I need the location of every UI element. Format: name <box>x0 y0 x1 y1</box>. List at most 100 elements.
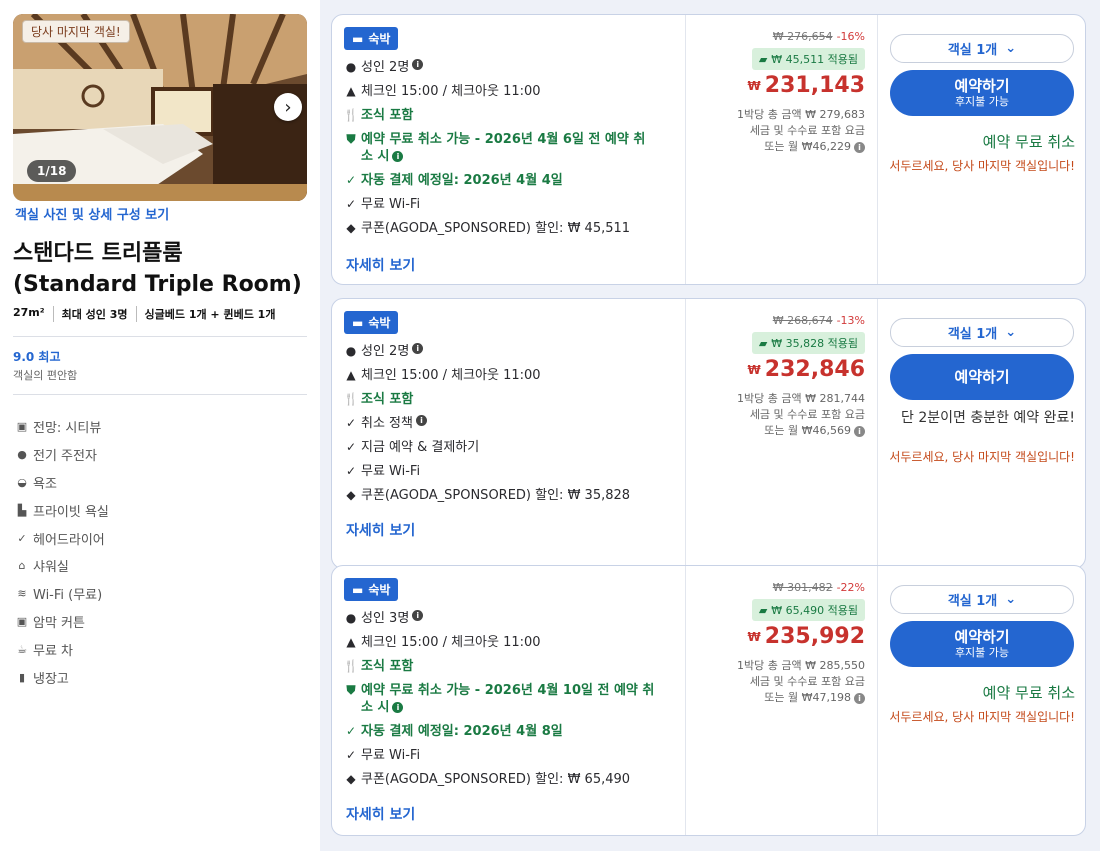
last-room-warning: 서두르세요, 당사 마지막 객실입니다! <box>889 159 1075 173</box>
tag-icon: ◆ <box>346 772 356 786</box>
details-link[interactable]: 자세히 보기 <box>346 255 415 275</box>
amenity-item: ▙ 프라이빗 욕실 <box>15 496 109 524</box>
bed-icon: ▬ <box>352 31 364 46</box>
room-size: 27m² <box>13 306 45 319</box>
rate-option-card: ▬ 숙박 ● 성인 3명 i ▲ 체크인 15:00 / 체크아웃 11:00 🍴 조식 … <box>331 565 1086 836</box>
booking-column: 객실 1개 ⌄ 예약하기 후지불 가능 예약 무료 취소 서두르세요, 당사 마지막… <box>878 566 1085 835</box>
info-icon[interactable]: i <box>854 425 865 437</box>
room-specs: 27m² 최대 성인 3명 싱글베드 1개 + 퀸베드 1개 <box>13 306 283 322</box>
payment-date-line: ✓ 자동 결제 예정일: 2026년 4월 8일 <box>345 724 563 739</box>
bed-config: 싱글베드 1개 + 퀸베드 1개 <box>135 306 284 322</box>
room-photos-link[interactable]: 객실 사진 및 상세 구성 보기 <box>15 204 169 223</box>
rate-option-card: ▬ 숙박 ● 성인 2명 i ▲ 체크인 15:00 / 체크아웃 11:00 🍴 조식 … <box>331 298 1086 569</box>
room-count-select[interactable]: 객실 1개 ⌄ <box>890 318 1074 347</box>
bathtub-icon: ◒ <box>17 475 27 489</box>
booking-column: 객실 1개 ⌄ 예약하기 단 2분이면 충분한 예약 완료! 서두르세요, 당사 … <box>878 299 1085 568</box>
coupon-applied-badge: ▰ ₩ 45,511 적용됨 <box>751 48 865 70</box>
room-count-select[interactable]: 객실 1개 ⌄ <box>890 585 1074 614</box>
room-title-en: (Standard Triple Room) <box>13 272 302 297</box>
checkin-line: ▲ 체크인 15:00 / 체크아웃 11:00 <box>344 634 685 651</box>
guests-line: ● 성인 3명 i <box>344 610 685 627</box>
price-note-monthly: 또는 월 ₩46,569 i <box>764 422 865 438</box>
free-cancel-line: ⛊ 예약 무료 취소 가능 - 2026년 4월 6일 전 예약 취소 시i <box>344 131 685 165</box>
divider <box>13 394 307 395</box>
utensils-icon: 🍴 <box>343 659 359 673</box>
info-icon[interactable]: i <box>854 692 865 704</box>
final-price: ₩231,143 <box>747 73 865 98</box>
details-link[interactable]: 자세히 보기 <box>346 520 415 540</box>
amenity-item: ▣ 암막 커튼 <box>16 614 85 631</box>
photo-counter: 1/18 <box>27 160 77 182</box>
utensils-icon: 🍴 <box>343 392 359 406</box>
shield-check-icon: ⛊ <box>346 683 356 697</box>
price-note-monthly: 또는 월 ₩47,198 i <box>764 689 865 705</box>
tea-icon: ☕ <box>17 642 27 656</box>
tag-icon: ◆ <box>346 488 356 502</box>
amenity-item: ◒ 욕조 <box>15 469 109 497</box>
utensils-icon: 🍴 <box>343 108 359 122</box>
info-icon[interactable]: i <box>412 343 424 354</box>
shower-icon: ⌂ <box>18 559 26 573</box>
last-room-badge: 당사 마지막 객실! <box>22 20 130 43</box>
checkin-icon: ▲ <box>346 84 356 98</box>
check-icon: ✓ <box>345 173 357 187</box>
price-note-tax: 세금 및 수수료 포함 요금 <box>749 675 865 688</box>
rate-info-column: ▬ 숙박 ● 성인 2명 i ▲ 체크인 15:00 / 체크아웃 11:00 🍴 조식 … <box>332 299 686 568</box>
checkin-icon: ▲ <box>346 368 356 382</box>
check-icon: ✓ <box>345 748 357 762</box>
next-photo-button[interactable]: › <box>274 93 302 121</box>
breakfast-line: 🍴 조식 포함 <box>343 392 414 407</box>
checkin-line: ▲ 체크인 15:00 / 체크아웃 11:00 <box>344 83 685 100</box>
final-price: ₩232,846 <box>747 357 865 382</box>
last-room-warning: 서두르세요, 당사 마지막 객실입니다! <box>889 710 1075 724</box>
bed-icon: ▬ <box>352 582 364 597</box>
wifi-line: ✓ 무료 Wi-Fi <box>345 464 421 479</box>
last-room-warning: 서두르세요, 당사 마지막 객실입니다! <box>889 450 1075 464</box>
room-title: 스탠다드 트리플룸 (Standard Triple Room) <box>13 238 313 300</box>
private-bath-icon: ▙ <box>17 503 27 517</box>
book-button[interactable]: 예약하기 후지불 가능 <box>890 621 1074 667</box>
stay-tag: ▬ 숙박 <box>344 578 399 601</box>
comfort-score: 9.0 최고 <box>13 350 61 364</box>
coupon-line: ◆ 쿠폰(AGODA_SPONSORED) 할인: ₩ 45,511 <box>344 220 685 237</box>
check-icon: ✓ <box>345 440 357 454</box>
shield-check-icon: ⛊ <box>346 132 356 146</box>
pay-now-line: ✓ 지금 예약 & 결제하기 <box>345 440 480 455</box>
check-icon: ✓ <box>345 464 357 478</box>
discount-percent: -16% <box>836 30 865 43</box>
discount-percent: -13% <box>836 314 865 327</box>
check-icon: ✓ <box>345 416 357 430</box>
person-icon: ● <box>345 344 357 358</box>
price-note-tax: 세금 및 수수료 포함 요금 <box>749 124 865 137</box>
price-note-tax: 세금 및 수수료 포함 요금 <box>749 408 865 421</box>
book-button[interactable]: 예약하기 후지불 가능 <box>890 70 1074 116</box>
checkin-icon: ▲ <box>346 635 356 649</box>
person-icon: ● <box>345 60 357 74</box>
cancel-policy-line: ✓ 취소 정책 i <box>344 415 685 432</box>
price-note-monthly: 또는 월 ₩46,229 i <box>764 138 865 154</box>
info-icon[interactable]: i <box>392 702 404 713</box>
rate-info-column: ▬ 숙박 ● 성인 3명 i ▲ 체크인 15:00 / 체크아웃 11:00 🍴 조식 … <box>332 566 686 835</box>
rate-info-column: ▬ 숙박 ● 성인 2명 i ▲ 체크인 15:00 / 체크아웃 11:00 🍴 조식 … <box>332 15 686 284</box>
checkin-line: ▲ 체크인 15:00 / 체크아웃 11:00 <box>344 367 685 384</box>
book-button[interactable]: 예약하기 <box>890 354 1074 400</box>
info-icon[interactable]: i <box>412 610 424 621</box>
wifi-line: ✓ 무료 Wi-Fi <box>345 748 421 763</box>
price-note-total: 1박당 총 금액 ₩ 279,683 <box>737 108 865 121</box>
tag-icon: ◆ <box>346 221 356 235</box>
free-cancel-note: 예약 무료 취소 <box>982 684 1075 702</box>
price-column: ₩ 301,482 -22% ▰ ₩ 65,490 적용됨 ₩235,992 1박당… <box>686 566 878 835</box>
info-icon[interactable]: i <box>412 59 424 70</box>
room-count-select[interactable]: 객실 1개 ⌄ <box>890 34 1074 63</box>
info-icon[interactable]: i <box>392 151 404 162</box>
amenity-item: ▮ 냉장고 <box>15 663 109 691</box>
info-icon[interactable]: i <box>415 415 427 426</box>
info-icon[interactable]: i <box>854 141 865 153</box>
ticket-icon: ▰ <box>758 53 768 66</box>
payment-date-line: ✓ 자동 결제 예정일: 2026년 4월 4일 <box>345 173 563 188</box>
kettle-icon: ● <box>17 448 27 462</box>
discount-percent: -22% <box>836 581 865 594</box>
stay-tag: ▬ 숙박 <box>344 311 399 334</box>
city-view-icon: ▣ <box>16 420 28 434</box>
details-link[interactable]: 자세히 보기 <box>346 804 415 824</box>
